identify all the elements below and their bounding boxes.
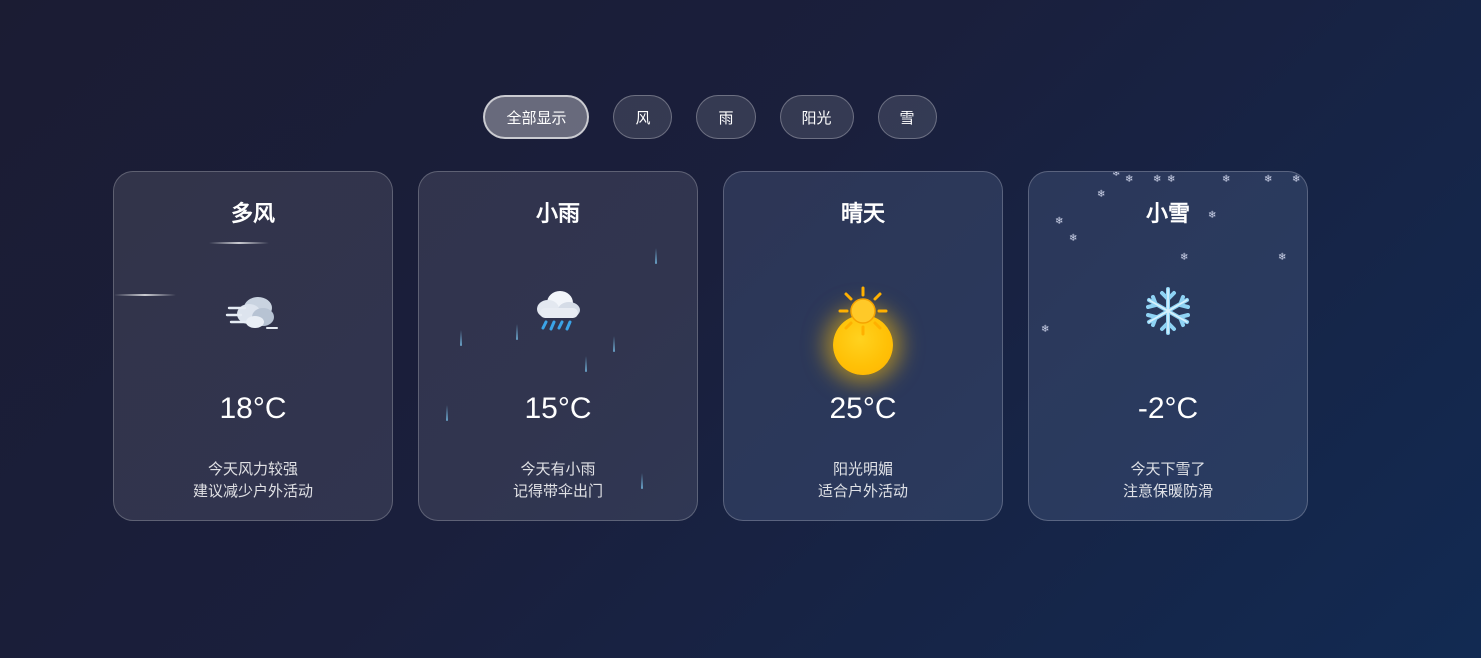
falling-snowflake: ❄ <box>1167 174 1176 185</box>
card-temperature: 18°C <box>219 392 287 425</box>
card-description-line: 今天风力较强 <box>207 460 298 478</box>
card-title: 小雪 <box>1145 202 1190 227</box>
card-temperature: -2°C <box>1137 392 1199 425</box>
rain-drop <box>585 356 587 372</box>
card-title: 多风 <box>230 202 275 227</box>
card-temperature: 15°C <box>524 392 592 425</box>
sun-icon <box>837 285 889 341</box>
card-description: 阳光明媚 适合户外活动 <box>724 458 1002 502</box>
falling-snowflake: ❄ <box>1264 174 1273 185</box>
falling-snowflake: ❄ <box>1292 174 1301 185</box>
card-description: 今天下雪了 注意保暖防滑 <box>1029 458 1307 502</box>
wind-streak <box>209 242 269 244</box>
falling-snowflake: ❄ <box>1112 171 1121 179</box>
filter-wind-button[interactable]: 风 <box>613 95 673 139</box>
filter-all-button[interactable]: 全部显示 <box>483 95 590 139</box>
card-description-line: 阳光明媚 <box>832 460 893 478</box>
card-description-line: 建议减少户外活动 <box>192 482 313 500</box>
falling-snowflake: ❄ <box>1180 252 1189 263</box>
card-description: 今天有小雨 记得带伞出门 <box>419 458 697 502</box>
weather-card-wind[interactable]: 多风 18°C 今天风力较强 建议减少户外活动 <box>113 171 393 521</box>
falling-snowflake: ❄ <box>1222 174 1231 185</box>
falling-snowflake: ❄ <box>1125 174 1134 185</box>
filter-sun-button[interactable]: 阳光 <box>779 95 854 139</box>
wind-face-icon <box>225 286 281 340</box>
wind-streak <box>114 294 176 296</box>
snowflake-icon <box>1142 285 1194 341</box>
weather-card-sun[interactable]: 晴天 25°C 阳光明媚 适合户外活动 <box>723 171 1003 521</box>
rain-drop <box>655 248 657 264</box>
falling-snowflake: ❄ <box>1041 324 1050 335</box>
filter-snow-button[interactable]: 雪 <box>877 95 937 139</box>
falling-snowflake: ❄ <box>1278 252 1287 263</box>
card-temperature: 25°C <box>829 392 897 425</box>
falling-snowflake: ❄ <box>1153 174 1162 185</box>
card-description-line: 今天下雪了 <box>1130 460 1206 478</box>
filter-rain-button[interactable]: 雨 <box>696 95 756 139</box>
card-title: 小雨 <box>535 202 580 227</box>
weather-card-snow[interactable]: ❄ ❄ ❄ ❄ ❄ ❄ ❄ ❄ ❄ ❄ ❄ ❄ ❄ ❄ 小雪 -2°C 今天下雪… <box>1028 171 1308 521</box>
rain-drop <box>516 324 518 340</box>
falling-snowflake: ❄ <box>1069 233 1078 244</box>
weather-card-rain[interactable]: 小雨 15°C 今天有小雨 记得带伞出门 <box>418 171 698 521</box>
filter-bar: 全部显示 风 雨 阳光 雪 <box>0 95 1420 139</box>
cloud-rain-icon <box>532 285 584 341</box>
rain-drop <box>613 336 615 352</box>
card-description-line: 记得带伞出门 <box>512 482 603 500</box>
card-description-line: 注意保暖防滑 <box>1122 482 1213 500</box>
rain-drop <box>460 330 462 346</box>
card-description-line: 适合户外活动 <box>817 482 908 500</box>
card-description: 今天风力较强 建议减少户外活动 <box>114 458 392 502</box>
card-description-line: 今天有小雨 <box>520 460 596 478</box>
card-title: 晴天 <box>840 202 885 227</box>
